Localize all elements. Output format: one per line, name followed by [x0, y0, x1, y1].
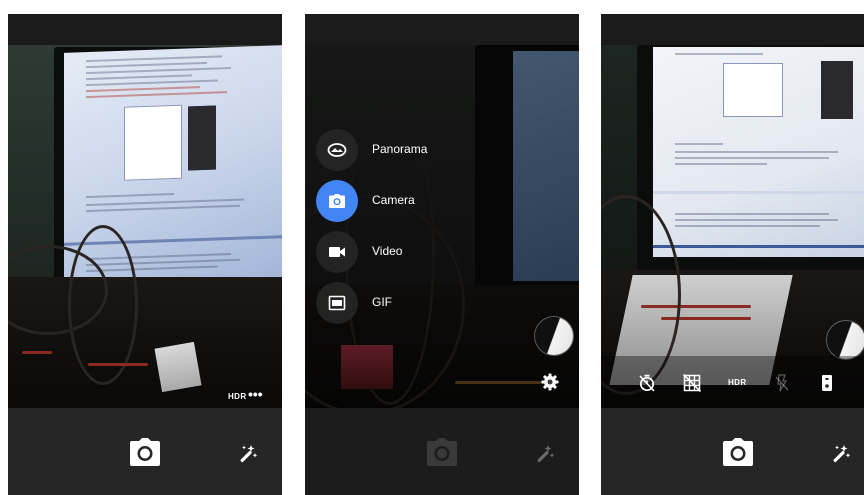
hdr-toggle[interactable]: HDR	[728, 378, 747, 387]
viewfinder[interactable]: HDR	[601, 45, 864, 408]
magic-wand-icon[interactable]	[535, 444, 555, 464]
gallery-thumbnail[interactable]	[827, 321, 864, 359]
mode-video[interactable]: Video	[316, 231, 496, 273]
camera-shutter-icon[interactable]	[722, 437, 754, 467]
camera-screen-mode-menu: Panorama Camera Video GIF	[305, 14, 579, 495]
magic-wand-icon[interactable]	[238, 444, 258, 464]
panorama-icon	[316, 129, 358, 171]
gear-icon[interactable]	[541, 373, 559, 391]
camera-preview	[305, 45, 579, 408]
status-bar	[601, 14, 864, 45]
status-bar	[305, 14, 579, 45]
camera-preview	[601, 45, 864, 408]
camera-preview	[8, 45, 282, 408]
videocam-icon	[316, 231, 358, 273]
viewfinder[interactable]: HDR •••	[8, 45, 282, 408]
bottom-controls-bar	[601, 408, 864, 495]
camera-icon	[316, 180, 358, 222]
camera-screen-default: HDR •••	[8, 14, 282, 495]
camera-screen-options: HDR	[601, 14, 864, 495]
hdr-label[interactable]: HDR	[228, 392, 247, 401]
viewfinder[interactable]: Panorama Camera Video GIF	[305, 45, 579, 408]
mode-label: Camera	[372, 193, 415, 207]
more-options-icon[interactable]: •••	[248, 387, 263, 401]
status-bar	[8, 14, 282, 45]
camera-shutter-icon[interactable]	[129, 437, 161, 467]
magic-wand-icon[interactable]	[831, 444, 851, 464]
camera-options-strip: HDR	[601, 356, 864, 408]
mode-panorama[interactable]: Panorama	[316, 129, 496, 171]
gif-icon	[316, 282, 358, 324]
camera-shutter-icon[interactable]	[426, 437, 458, 467]
gallery-thumbnail[interactable]	[535, 317, 573, 355]
mode-label: Panorama	[372, 142, 428, 156]
grid-off-icon[interactable]	[683, 374, 701, 392]
mode-label: GIF	[372, 295, 392, 309]
mode-gif[interactable]: GIF	[316, 282, 496, 324]
bottom-controls-bar	[8, 408, 282, 495]
bottom-controls-bar	[305, 408, 579, 495]
timer-off-icon[interactable]	[638, 374, 656, 392]
flash-off-icon[interactable]	[773, 374, 791, 392]
mode-label: Video	[372, 244, 403, 258]
mode-camera[interactable]: Camera	[316, 180, 496, 222]
switch-camera-icon[interactable]	[818, 374, 836, 392]
